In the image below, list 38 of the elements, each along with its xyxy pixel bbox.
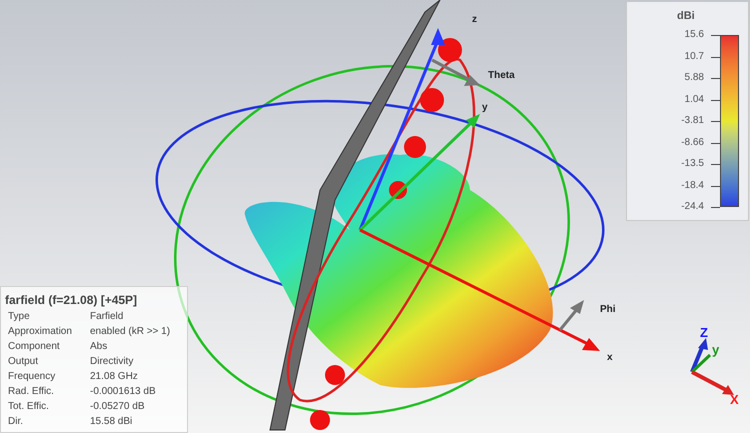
property-label: Component [8, 340, 61, 354]
colorbar-tick-label: -13.5 [681, 159, 704, 169]
colorbar-tick-label: 15.6 [684, 30, 704, 40]
axis-label: Phi [600, 303, 616, 317]
colorbar-tick-label: 5.88 [684, 73, 704, 83]
triad-axis-label: Z [700, 324, 708, 342]
info-title: farfield (f=21.08) [+45P] [5, 292, 138, 309]
property-label: Dir. [8, 415, 24, 429]
theta-arrow [431, 58, 480, 86]
property-value: Abs [90, 340, 108, 354]
property-value: -0.05270 dB [90, 400, 144, 414]
triad-axis-label: X [730, 391, 739, 409]
property-label: Approximation [8, 325, 73, 339]
property-value: Farfield [90, 310, 124, 324]
property-label: Output [8, 355, 40, 369]
property-value: -0.0001613 dB [90, 385, 156, 399]
property-value: Directivity [90, 355, 134, 369]
colorbar-tick-label: -24.4 [681, 202, 704, 212]
axis-label: y [482, 101, 488, 115]
property-value: 21.08 GHz [90, 370, 138, 384]
property-label: Rad. Effic. [8, 385, 55, 399]
colorbar-tick-label: -3.81 [681, 116, 704, 126]
axis-label: x [607, 351, 613, 365]
axis-triad-drawing [690, 338, 734, 395]
colorbar-tick-label: 1.04 [684, 94, 704, 104]
property-label: Type [8, 310, 31, 324]
colorbar-tick-label: 10.7 [684, 52, 704, 62]
property-label: Frequency [8, 370, 56, 384]
axis-label: Theta [488, 69, 515, 83]
property-value: 15.58 dBi [90, 415, 132, 429]
triad-axis-label: y [712, 341, 720, 359]
property-label: Tot. Effic. [8, 400, 50, 414]
colorbar-tick-label: -18.4 [681, 180, 704, 190]
property-value: enabled (kR >> 1) [90, 325, 170, 339]
phi-arrow [558, 300, 584, 331]
axis-label: z [472, 13, 477, 27]
colorbar-tick-label: -8.66 [681, 138, 704, 148]
colorbar-unit: dBi [677, 9, 695, 24]
